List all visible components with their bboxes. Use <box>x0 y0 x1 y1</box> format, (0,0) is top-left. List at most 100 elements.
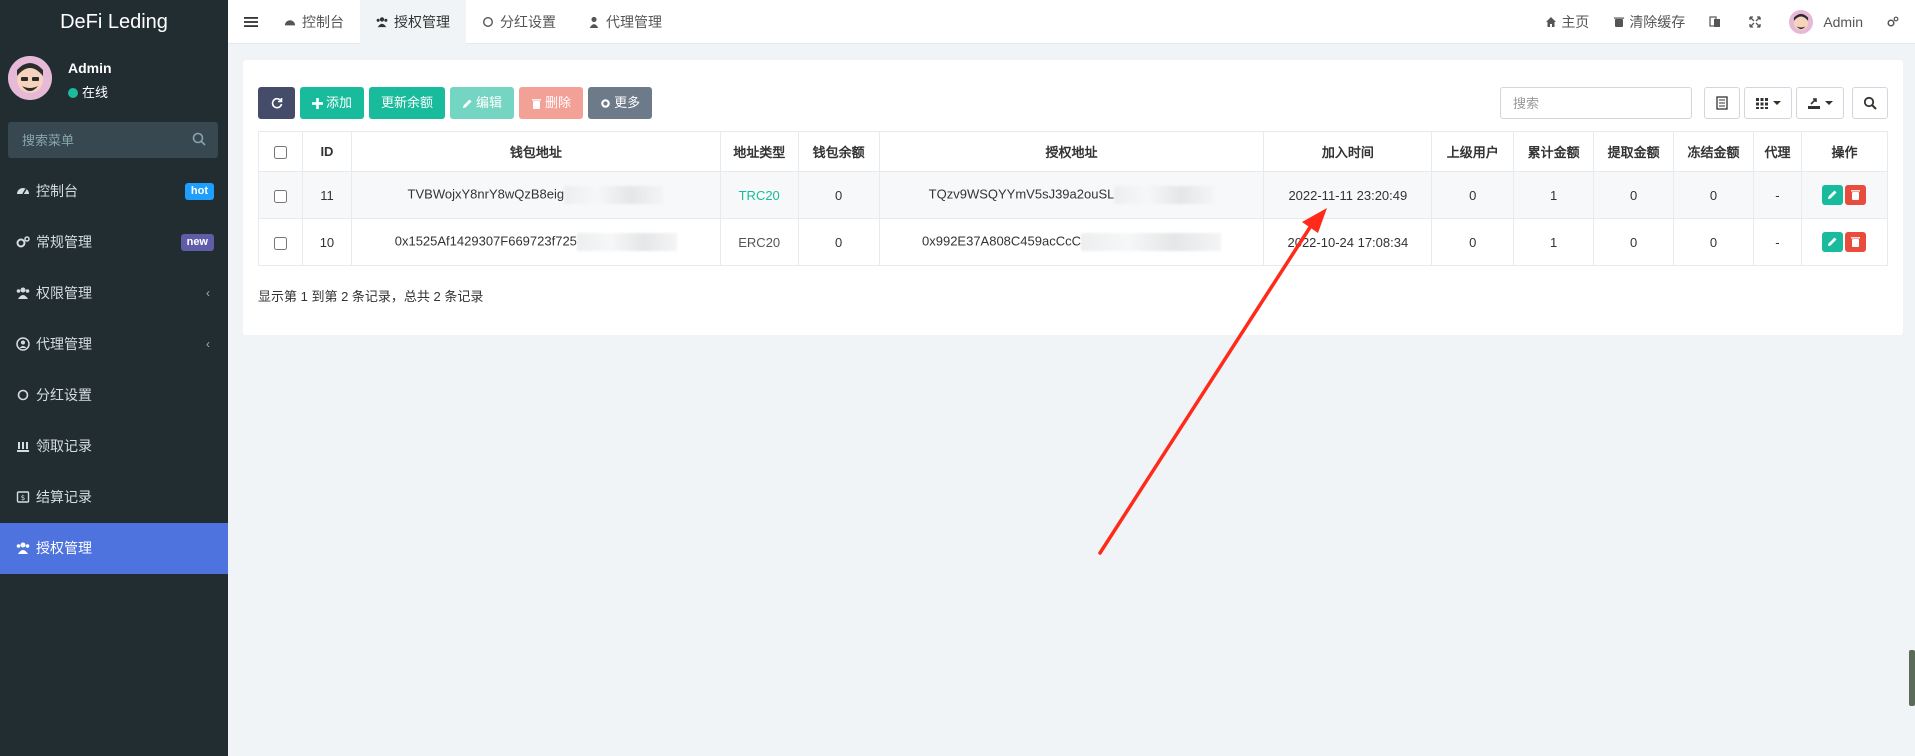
tab-label: 代理管理 <box>606 14 662 30</box>
withdraw-cell: 0 <box>1593 171 1675 219</box>
sidebar-item-general[interactable]: 常规管理 new <box>0 217 228 268</box>
row-select-cell <box>258 218 303 266</box>
sidebar-item-dividend[interactable]: 分红设置 <box>0 370 228 421</box>
column-header[interactable]: 累计金额 <box>1513 131 1595 172</box>
column-header[interactable]: 钱包地址 <box>350 131 721 172</box>
cogs-icon <box>1887 16 1899 27</box>
home-link[interactable]: 主页 <box>1533 0 1601 44</box>
sidebar-item-authorization[interactable]: 授权管理 <box>0 523 228 574</box>
online-dot-icon <box>68 88 78 98</box>
scrollbar-thumb[interactable] <box>1909 650 1915 706</box>
column-header[interactable]: 提取金额 <box>1593 131 1675 172</box>
operations-cell <box>1800 218 1889 266</box>
clear-cache-link[interactable]: 清除缓存 <box>1601 0 1697 44</box>
content-panel: 添加 更新余额 编辑 删除 更多 ID 钱包地址 地址类型 钱包余额 授权地址 … <box>243 60 1903 335</box>
tab-bar: 控制台 授权管理 分红设置 代理管理 <box>268 0 678 44</box>
sidebar-item-permissions[interactable]: 权限管理 ‹ <box>0 268 228 319</box>
export-button[interactable] <box>1796 87 1844 119</box>
agent-cell: - <box>1752 218 1802 266</box>
column-header[interactable]: 代理 <box>1752 131 1802 172</box>
columns-button[interactable] <box>1744 87 1792 119</box>
id-cell: 10 <box>301 218 352 266</box>
sidebar-item-label: 领取记录 <box>36 438 92 454</box>
sidebar-item-dashboard[interactable]: 控制台 hot <box>0 166 228 217</box>
admin-label: Admin <box>1823 14 1863 30</box>
id-cell: 11 <box>301 171 352 219</box>
table-row[interactable]: 10 0x1525Af1429307F669723f725 ERC20 0 0x… <box>258 218 1889 266</box>
wallet-cell: 0x1525Af1429307F669723f725 <box>350 218 721 266</box>
chevron-left-icon: ‹ <box>206 337 210 351</box>
table-tools <box>1500 87 1888 119</box>
hot-badge: hot <box>184 183 214 200</box>
more-button[interactable]: 更多 <box>588 87 653 119</box>
column-header[interactable]: 冻结金额 <box>1673 131 1754 172</box>
top-navbar: 控制台 授权管理 分红设置 代理管理 主页 清除缓存 Admin <box>228 0 1915 44</box>
pencil-icon <box>463 99 472 108</box>
search-icon[interactable] <box>192 132 206 146</box>
fullscreen-button[interactable] <box>1737 0 1777 44</box>
sidebar-item-settlement[interactable]: $ 结算记录 <box>0 472 228 523</box>
row-edit-button[interactable] <box>1822 185 1844 205</box>
home-label: 主页 <box>1561 14 1590 30</box>
refresh-button[interactable] <box>258 87 295 119</box>
address-type[interactable]: TRC20 <box>739 188 780 203</box>
menu-toggle-icon[interactable] <box>244 15 258 29</box>
plus-icon <box>312 97 323 109</box>
wallet-address: TVBWojxY8nrY8wQzB8eig <box>407 186 565 202</box>
user-circle-icon <box>16 337 30 351</box>
trash-icon <box>532 98 542 109</box>
language-button[interactable] <box>1697 0 1737 44</box>
address-type[interactable]: ERC20 <box>738 235 780 250</box>
frozen-cell: 0 <box>1673 218 1754 266</box>
advanced-search-button[interactable] <box>1852 87 1888 119</box>
translate-icon <box>1709 16 1721 27</box>
row-delete-button[interactable] <box>1845 185 1867 205</box>
tab-label: 控制台 <box>302 14 344 30</box>
table-row[interactable]: 11 TVBWojxY8nrY8wQzB8eig TRC20 0 TQzv9WS… <box>258 171 1889 219</box>
total-cell: 1 <box>1513 171 1595 219</box>
settings-button[interactable] <box>1875 0 1915 44</box>
sidebar-item-claims[interactable]: 领取记录 <box>0 421 228 472</box>
pencil-icon <box>1828 237 1837 246</box>
tab-dividend[interactable]: 分红设置 <box>466 0 572 44</box>
column-header[interactable]: 地址类型 <box>719 131 799 172</box>
column-header: 操作 <box>1800 131 1889 172</box>
brand-logo[interactable]: DeFi Leding <box>0 0 228 44</box>
time-cell: 2022-10-24 17:08:34 <box>1263 218 1433 266</box>
avatar-face-icon <box>1789 10 1814 34</box>
trash-icon <box>1851 190 1861 200</box>
sidebar-item-agents[interactable]: 代理管理 ‹ <box>0 319 228 370</box>
sidebar-search-input[interactable] <box>8 122 218 158</box>
column-header[interactable]: ID <box>301 131 352 172</box>
select-all-checkbox[interactable] <box>273 146 287 160</box>
user-status: 在线 <box>68 82 108 101</box>
column-header[interactable]: 加入时间 <box>1263 131 1433 172</box>
sidebar-item-label: 控制台 <box>36 183 78 199</box>
tab-dashboard[interactable]: 控制台 <box>268 0 360 44</box>
admin-menu[interactable]: Admin <box>1777 0 1875 44</box>
withdraw-cell: 0 <box>1593 218 1675 266</box>
delete-button[interactable]: 删除 <box>519 87 584 119</box>
row-edit-button[interactable] <box>1822 232 1844 252</box>
tab-agents[interactable]: 代理管理 <box>572 0 678 44</box>
avatar-face-icon <box>8 56 52 100</box>
table-search-input[interactable] <box>1500 87 1692 119</box>
toggle-view-button[interactable] <box>1704 87 1740 119</box>
sidebar-item-label: 代理管理 <box>36 336 92 352</box>
column-header[interactable]: 钱包余额 <box>797 131 880 172</box>
caret-down-icon <box>1773 101 1781 105</box>
circle-icon <box>483 17 493 27</box>
edit-button[interactable]: 编辑 <box>450 87 515 119</box>
update-balance-button[interactable]: 更新余额 <box>369 87 446 119</box>
table-view-icon <box>1716 96 1728 110</box>
redacted-blur <box>1114 186 1215 204</box>
user-icon <box>589 16 599 28</box>
parent-cell: 0 <box>1431 171 1515 219</box>
row-checkbox[interactable] <box>273 189 287 203</box>
row-checkbox[interactable] <box>273 236 287 250</box>
column-header[interactable]: 上级用户 <box>1431 131 1515 172</box>
tab-authorization[interactable]: 授权管理 <box>360 0 466 44</box>
column-header[interactable]: 授权地址 <box>878 131 1265 172</box>
row-delete-button[interactable] <box>1845 232 1867 252</box>
add-button[interactable]: 添加 <box>300 87 365 119</box>
